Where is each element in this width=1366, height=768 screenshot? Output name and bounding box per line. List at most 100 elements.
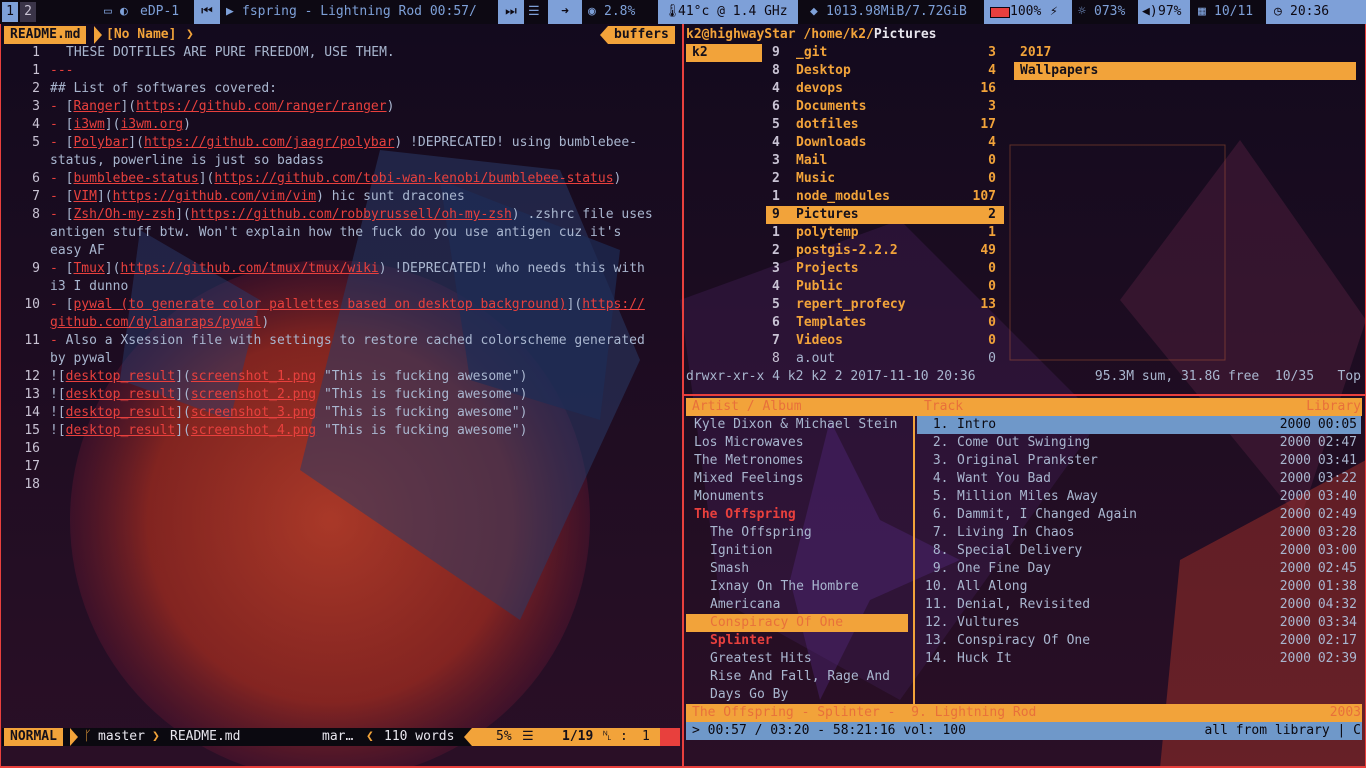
- cmus-player[interactable]: Artist / Album Track Library Kyle Dixon …: [684, 396, 1365, 766]
- entry-name: dotfiles: [796, 117, 859, 132]
- album-item[interactable]: Smash: [686, 560, 908, 578]
- entry-size: 3: [988, 45, 996, 60]
- artist-item[interactable]: Mixed Feelings: [686, 470, 908, 488]
- bracket: ): [511, 207, 520, 222]
- directory-entry[interactable]: 6 Documents 3: [766, 98, 1004, 116]
- image-file[interactable]: screenshot_1.png: [191, 369, 316, 384]
- line-number: 12: [24, 369, 40, 384]
- image-alt[interactable]: desktop_result: [66, 405, 176, 420]
- track-item[interactable]: 5. Million Miles Away 2000 03:40: [917, 488, 1361, 506]
- directory-entry[interactable]: 3 Projects 0: [766, 260, 1004, 278]
- image-alt[interactable]: desktop_result: [66, 387, 176, 402]
- album-item[interactable]: Americana: [686, 596, 908, 614]
- directory-entry[interactable]: 7 Videos 0: [766, 332, 1004, 350]
- track-item[interactable]: 13. Conspiracy Of One 2000 02:17: [917, 632, 1361, 650]
- directory-entry[interactable]: 9 _git 3: [766, 44, 1004, 62]
- link-text[interactable]: Tmux: [73, 261, 104, 276]
- track-item[interactable]: 11. Denial, Revisited 2000 04:32: [917, 596, 1361, 614]
- artist-item[interactable]: Monuments: [686, 488, 908, 506]
- play-icon[interactable]: ▶: [226, 0, 234, 24]
- link-url[interactable]: https://github.com/jaagr/polybar: [144, 135, 394, 150]
- link-url[interactable]: https://github.com/robbyrussell/oh-my-zs…: [191, 207, 512, 222]
- artist-item[interactable]: Los Microwaves: [686, 434, 908, 452]
- directory-entry[interactable]: 3 Mail 0: [766, 152, 1004, 170]
- directory-entry[interactable]: 9 Pictures 2: [766, 206, 1004, 224]
- album-item[interactable]: Greatest Hits: [686, 650, 908, 668]
- entry-count-prefix: 8: [772, 351, 780, 366]
- image-file[interactable]: screenshot_2.png: [191, 387, 316, 402]
- tab-noname[interactable]: [No Name]: [106, 26, 176, 44]
- artist-item[interactable]: The Offspring: [686, 506, 908, 524]
- artist-item[interactable]: Kyle Dixon & Michael Stein: [686, 416, 908, 434]
- ranger-file-manager[interactable]: k2@highwayStar /home/k2/Pictures k2 9 _gi…: [684, 24, 1365, 394]
- track-duration: 02:17: [1317, 633, 1357, 648]
- album-item[interactable]: Rise And Fall, Rage And: [686, 668, 908, 686]
- track-item[interactable]: 9. One Fine Day 2000 02:45: [917, 560, 1361, 578]
- link-url[interactable]: https://github.com/vim/vim: [113, 189, 317, 204]
- directory-entry[interactable]: 5 dotfiles 17: [766, 116, 1004, 134]
- next-track-icon[interactable]: ⏭: [498, 0, 524, 24]
- link-url[interactable]: https://github.com/tmux/tmux/wiki: [120, 261, 378, 276]
- link-text[interactable]: pywal (to generate color pallettes based…: [73, 297, 566, 312]
- album-item[interactable]: Conspiracy Of One: [686, 614, 908, 632]
- directory-entry[interactable]: 1 polytemp 1: [766, 224, 1004, 242]
- playlist-icon[interactable]: ☰: [528, 0, 540, 24]
- image-alt[interactable]: desktop_result: [66, 369, 176, 384]
- image-file[interactable]: screenshot_3.png: [191, 405, 316, 420]
- track-item[interactable]: 8. Special Delivery 2000 03:00: [917, 542, 1361, 560]
- track-item[interactable]: 2. Come Out Swinging 2000 02:47: [917, 434, 1361, 452]
- album-item[interactable]: Ignition: [686, 542, 908, 560]
- link-url[interactable]: i3wm.org: [120, 117, 183, 132]
- vim-editor[interactable]: README.md [No Name] ❯ buffers 1 THESE DOT…: [2, 24, 682, 766]
- track-item[interactable]: 1. Intro 2000 00:05: [917, 416, 1361, 434]
- directory-entry[interactable]: 2 postgis-2.2.2 49: [766, 242, 1004, 260]
- bracket: ): [316, 189, 324, 204]
- track-item[interactable]: 7. Living In Chaos 2000 03:28: [917, 524, 1361, 542]
- track-item[interactable]: 14. Huck It 2000 02:39: [917, 650, 1361, 668]
- prev-track-icon[interactable]: ⏮: [194, 0, 220, 24]
- album-item[interactable]: Days Go By: [686, 686, 908, 704]
- link-url[interactable]: github.com/dylanaraps/pywal: [50, 315, 261, 330]
- album-item[interactable]: Splinter: [686, 632, 908, 650]
- directory-entry[interactable]: 4 Public 0: [766, 278, 1004, 296]
- link-url[interactable]: https://github.com/tobi-wan-kenobi/bumbl…: [214, 171, 613, 186]
- artist-item[interactable]: The Metronomes: [686, 452, 908, 470]
- track-item[interactable]: 6. Dammit, I Changed Again 2000 02:49: [917, 506, 1361, 524]
- link-text[interactable]: Zsh/Oh-my-zsh: [73, 207, 175, 222]
- directory-entry[interactable]: 1 node_modules 107: [766, 188, 1004, 206]
- link-text[interactable]: i3wm: [73, 117, 104, 132]
- directory-entry[interactable]: 2 Music 0: [766, 170, 1004, 188]
- workspace-1[interactable]: 1: [2, 2, 18, 22]
- volume-icon[interactable]: ◀): [1142, 0, 1158, 24]
- album-item[interactable]: Ixnay On The Hombre: [686, 578, 908, 596]
- track-year: 2000: [1279, 507, 1311, 522]
- track-item[interactable]: 4. Want You Bad 2000 03:22: [917, 470, 1361, 488]
- workspace-2[interactable]: 2: [20, 2, 36, 22]
- link-url[interactable]: https://: [582, 297, 645, 312]
- directory-entry[interactable]: 4 devops 16: [766, 80, 1004, 98]
- bracket: ): [386, 99, 395, 114]
- link-text[interactable]: Polybar: [73, 135, 128, 150]
- tab-readme[interactable]: README.md: [4, 26, 87, 44]
- link-text[interactable]: Ranger: [73, 99, 120, 114]
- entry-size: 4: [988, 63, 996, 78]
- preview-entry[interactable]: 2017: [1014, 44, 1356, 62]
- track-item[interactable]: 12. Vultures 2000 03:34: [917, 614, 1361, 632]
- link-text[interactable]: VIM: [73, 189, 96, 204]
- directory-entry[interactable]: 8 Desktop 4: [766, 62, 1004, 80]
- link-text[interactable]: bumblebee-status: [73, 171, 198, 186]
- track-item[interactable]: 10. All Along 2000 01:38: [917, 578, 1361, 596]
- link-url[interactable]: https://github.com/ranger/ranger: [136, 99, 386, 114]
- image-alt[interactable]: desktop_result: [66, 423, 176, 438]
- directory-entry[interactable]: 6 Templates 0: [766, 314, 1004, 332]
- image-file[interactable]: screenshot_4.png: [191, 423, 316, 438]
- album-item[interactable]: The Offspring: [686, 524, 908, 542]
- preview-entry[interactable]: Wallpapers: [1014, 62, 1356, 80]
- parent-dir-k2[interactable]: k2: [686, 44, 762, 62]
- vim-line: 1 THESE DOTFILES ARE PURE FREEDOM, USE TH…: [2, 44, 395, 62]
- track-item[interactable]: 3. Original Prankster 2000 03:41: [917, 452, 1361, 470]
- file-entry[interactable]: 8 a.out 0: [766, 350, 1004, 368]
- directory-entry[interactable]: 5 repert_profecy 13: [766, 296, 1004, 314]
- directory-entry[interactable]: 4 Downloads 4: [766, 134, 1004, 152]
- shuffle-icon[interactable]: ➜: [548, 0, 582, 24]
